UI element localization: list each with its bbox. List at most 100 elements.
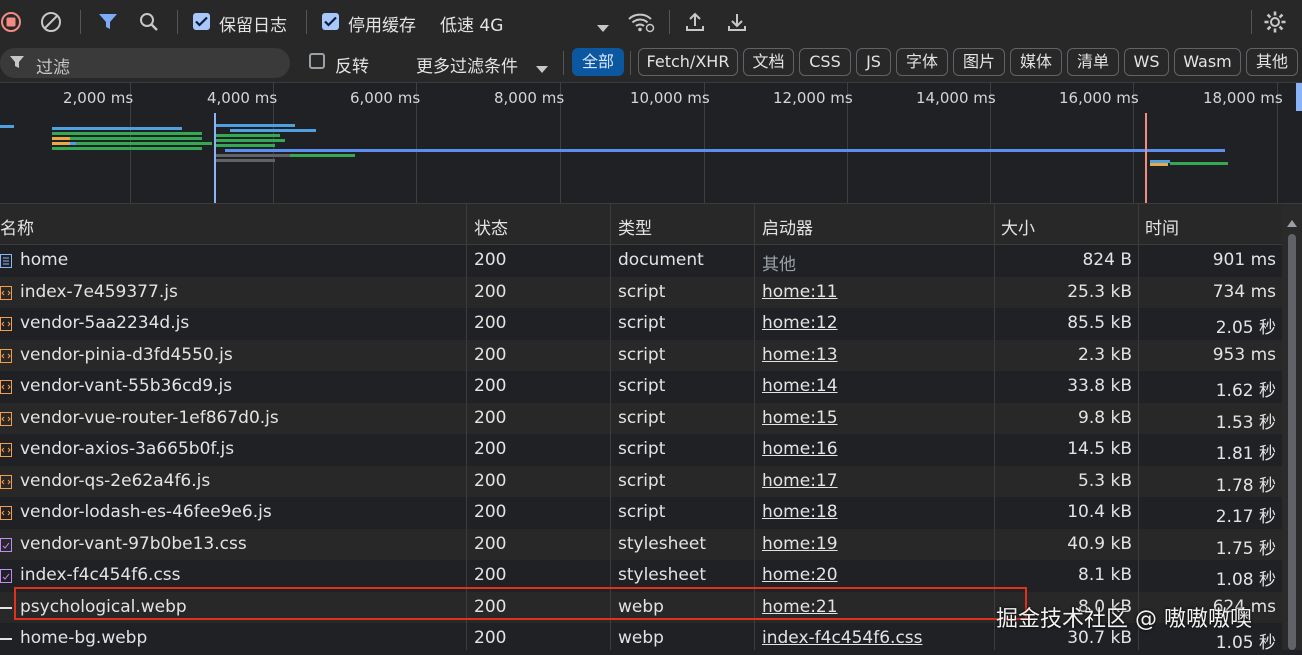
vertical-scrollbar[interactable] [1282,204,1302,650]
invert-label: 反转 [335,57,369,77]
timeline-tick-label: 8,000 ms [494,89,565,107]
column-header-time[interactable]: 时间 [1145,214,1179,239]
search-icon[interactable] [138,11,160,33]
chip-all[interactable]: 全部 [572,48,624,76]
request-name[interactable]: home-bg.webp [20,628,147,648]
chip-doc[interactable]: 文档 [743,48,794,76]
table-row[interactable]: home 200 document 其他 824 B 901 ms [0,245,1282,277]
more-filters-dropdown[interactable]: 更多过滤条件 [416,52,518,77]
table-row[interactable]: vendor-qs-2e62a4f6.js 200 script home:17 5.3… [0,465,1282,497]
dropdown-arrow-icon[interactable] [536,59,548,78]
request-initiator[interactable]: index-f4c454f6.css [762,628,923,648]
timeline-overview[interactable]: 2,000 ms 4,000 ms 6,000 ms 8,000 ms 10,0… [0,83,1302,204]
request-name[interactable]: vendor-vant-97b0be13.css [20,534,247,554]
request-type: script [618,470,666,491]
preserve-log-checkbox[interactable] [193,13,210,30]
import-har-upload-icon[interactable] [684,11,706,33]
request-initiator[interactable]: home:17 [762,471,838,491]
filter-bar: 过滤 反转 更多过滤条件 全部 Fetch/XHR 文档 CSS JS 字体 图… [0,44,1302,83]
request-initiator[interactable]: home:19 [762,534,838,554]
filter-funnel-icon[interactable] [97,11,119,33]
request-name[interactable]: vendor-vue-router-1ef867d0.js [20,408,279,428]
table-row[interactable]: vendor-pinia-d3fd4550.js 200 script home:13… [0,339,1282,371]
script-icon [0,474,12,489]
dropdown-arrow-icon[interactable] [597,18,609,37]
request-time: 953 ms [1212,344,1276,365]
column-header-name[interactable]: 名称 [0,214,34,239]
chip-font[interactable]: 字体 [896,48,948,76]
request-name[interactable]: vendor-vant-55b36cd9.js [20,376,232,396]
column-header-status[interactable]: 状态 [474,214,508,239]
chip-fetch-xhr[interactable]: Fetch/XHR [638,48,738,76]
request-initiator[interactable]: home:18 [762,502,838,522]
script-icon [0,285,12,300]
chip-ws[interactable]: WS [1124,48,1169,76]
request-size: 85.5 kB [1067,313,1132,333]
export-har-download-icon[interactable] [726,11,748,33]
load-event-marker [1145,113,1147,203]
request-initiator: 其他 [762,255,796,275]
network-conditions-wifi-icon[interactable] [627,11,655,33]
request-name[interactable]: home [20,250,68,270]
request-name[interactable]: vendor-pinia-d3fd4550.js [20,345,233,365]
request-type: script [618,281,666,302]
timeline-tick-label: 12,000 ms [773,89,853,107]
table-row[interactable]: vendor-vue-router-1ef867d0.js 200 script ho… [0,402,1282,434]
disable-cache-checkbox[interactable] [322,13,339,30]
column-header-initiator[interactable]: 启动器 [762,214,813,239]
request-name[interactable]: vendor-axios-3a665b0f.js [20,439,234,459]
chip-css[interactable]: CSS [799,48,851,76]
request-initiator[interactable]: home:15 [762,408,838,428]
request-initiator[interactable]: home:16 [762,439,838,459]
stylesheet-icon [0,537,12,552]
settings-gear-icon[interactable] [1263,10,1287,34]
request-initiator[interactable]: home:12 [762,313,838,333]
request-time: 1.75 秒 [1215,538,1276,559]
scrollbar-thumb[interactable] [1288,234,1296,650]
table-row[interactable]: vendor-vant-97b0be13.css 200 stylesheet hom… [0,528,1282,560]
waterfall-bar [52,137,70,140]
scroll-up-arrow-icon[interactable] [1287,212,1297,231]
request-name[interactable]: vendor-5aa2234d.js [20,313,189,333]
table-row[interactable]: vendor-5aa2234d.js 200 script home:12 85.5 k… [0,308,1282,340]
chip-manifest[interactable]: 清单 [1067,48,1119,76]
request-name[interactable]: index-7e459377.js [20,282,178,302]
table-row[interactable]: index-7e459377.js 200 script home:11 25.3 kB… [0,276,1282,308]
request-initiator[interactable]: home:20 [762,565,838,585]
waterfall-bar [215,144,275,147]
request-size: 9.8 kB [1078,407,1132,428]
chip-wasm[interactable]: Wasm [1174,48,1241,76]
timeline-tick-label: 4,000 ms [207,89,278,107]
waterfall-bar [230,129,316,132]
table-row[interactable]: vendor-vant-55b36cd9.js 200 script home:14 3… [0,371,1282,403]
record-stop-icon[interactable] [0,11,22,33]
request-name[interactable]: vendor-qs-2e62a4f6.js [20,471,210,491]
request-initiator[interactable]: home:11 [762,282,838,302]
request-time: 1.81 秒 [1215,444,1276,464]
toolbar-divider [306,10,307,34]
throttling-select[interactable]: 低速 4G [440,11,503,36]
request-initiator[interactable]: home:13 [762,345,838,365]
request-size: 5.3 kB [1078,470,1132,491]
highlight-box [14,587,1027,620]
chip-img[interactable]: 图片 [953,48,1005,76]
waterfall-bar [0,125,14,128]
request-name[interactable]: vendor-lodash-es-46fee9e6.js [20,502,272,522]
overview-resize-handle[interactable] [1296,83,1302,111]
chip-media[interactable]: 媒体 [1010,48,1062,76]
chip-other[interactable]: 其他 [1246,48,1298,76]
request-status: 200 [474,628,507,648]
chip-js[interactable]: JS [856,48,891,76]
timeline-tick-label: 10,000 ms [630,89,710,107]
request-name[interactable]: index-f4c454f6.css [20,565,181,585]
table-row[interactable]: vendor-axios-3a665b0f.js 200 script home:16… [0,434,1282,466]
request-initiator[interactable]: home:14 [762,376,838,396]
column-header-type[interactable]: 类型 [618,214,652,239]
waterfall-bar [215,154,290,157]
table-row[interactable]: vendor-lodash-es-46fee9e6.js 200 script hom… [0,497,1282,529]
invert-checkbox[interactable] [309,53,325,69]
column-header-size[interactable]: 大小 [1001,214,1035,239]
request-status: 200 [474,281,507,302]
clear-icon[interactable] [40,11,62,33]
request-type: script [618,407,666,428]
